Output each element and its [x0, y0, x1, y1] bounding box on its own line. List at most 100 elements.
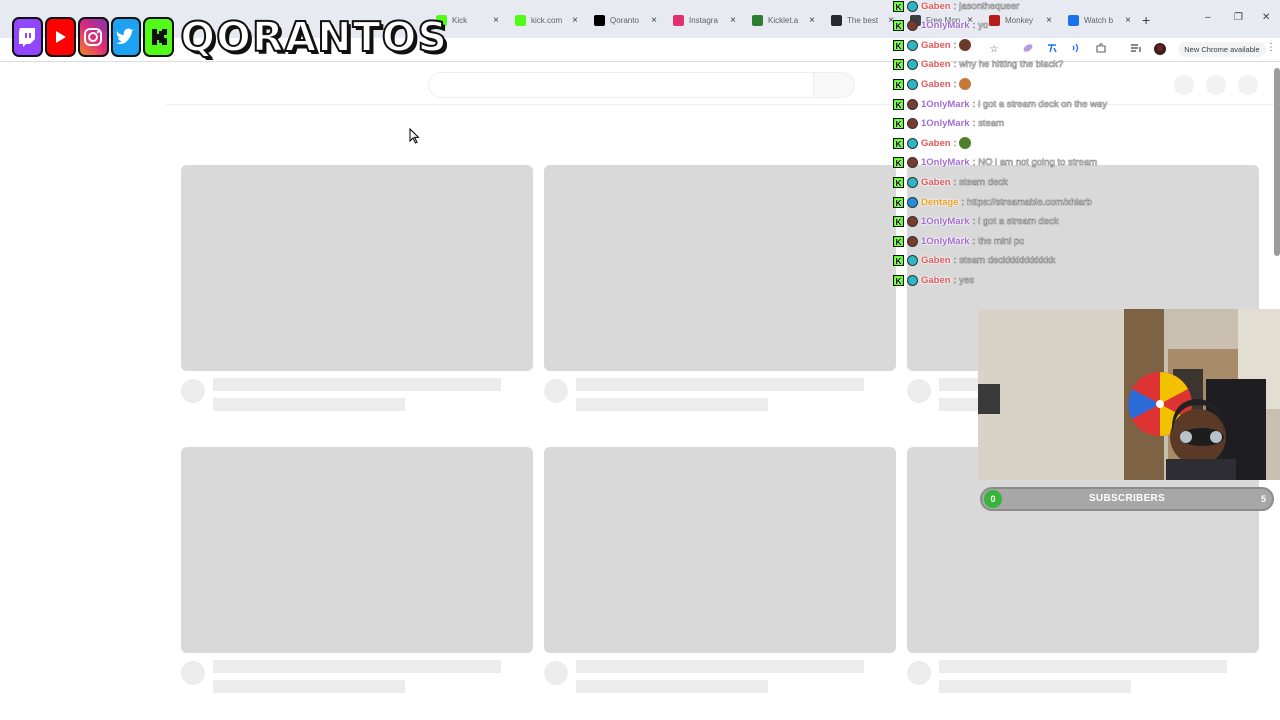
- chat-separator: :: [953, 0, 957, 12]
- chat-text: steam: [978, 118, 1005, 130]
- chat-username: 1OnlyMark: [921, 20, 970, 32]
- chat-text: steam deck: [959, 176, 1008, 188]
- video-card-skeleton[interactable]: [544, 447, 896, 693]
- browser-tab[interactable]: The best ×: [825, 8, 900, 32]
- user-badge-icon: [907, 235, 918, 247]
- video-card-skeleton[interactable]: [181, 165, 533, 411]
- chat-separator: :: [961, 196, 965, 208]
- kick-badge-icon: K: [893, 255, 904, 267]
- user-badge-icon: [907, 0, 918, 12]
- tab-close-icon[interactable]: ×: [1125, 15, 1131, 26]
- channel-avatar-skeleton: [544, 379, 568, 403]
- thumbnail-skeleton[interactable]: [544, 447, 896, 653]
- search-button-skeleton[interactable]: [813, 72, 855, 98]
- chat-separator: :: [953, 274, 957, 286]
- browser-tab[interactable]: Qoranto ×: [588, 8, 663, 32]
- profile-avatar[interactable]: [1152, 42, 1168, 58]
- tab-title: Qoranto: [610, 15, 639, 25]
- subscriber-count: 0: [984, 490, 1002, 508]
- twitter-icon: [110, 17, 142, 57]
- chat-username: 1OnlyMark: [921, 118, 970, 130]
- chat-message: K 1OnlyMark : the mini pc: [893, 231, 1024, 251]
- chat-message: K Gaben :: [893, 133, 972, 153]
- chat-text: i got a stream deck: [978, 216, 1059, 228]
- tab-title: Kick: [452, 15, 468, 25]
- title-skeleton: [213, 378, 501, 391]
- media-control-icon[interactable]: [1128, 42, 1144, 58]
- chat-separator: :: [972, 98, 976, 110]
- user-badge-icon: [907, 216, 918, 228]
- meta-skeleton: [576, 680, 768, 693]
- new-tab-button[interactable]: +: [1142, 12, 1150, 28]
- chat-separator: :: [953, 39, 957, 51]
- chat-username: Gaben: [921, 255, 951, 267]
- chat-username: 1OnlyMark: [921, 98, 970, 110]
- chat-text: jasonthequeer: [959, 0, 1020, 12]
- user-badge-icon: [907, 176, 918, 188]
- extensions-puzzle-icon[interactable]: [1093, 42, 1109, 58]
- video-card-skeleton[interactable]: [544, 165, 896, 411]
- header-avatar-skeleton[interactable]: [1238, 75, 1258, 95]
- tab-close-icon[interactable]: ×: [1046, 15, 1052, 26]
- thumbnail-skeleton[interactable]: [181, 165, 533, 371]
- tab-close-icon[interactable]: ×: [730, 15, 736, 26]
- title-skeleton: [576, 378, 864, 391]
- maximize-button[interactable]: ❐: [1234, 12, 1243, 23]
- kick-badge-icon: K: [893, 274, 904, 286]
- browser-tab[interactable]: kick.com ×: [509, 8, 584, 32]
- chat-separator: :: [953, 78, 957, 90]
- chat-username: Gaben: [921, 176, 951, 188]
- meta-skeleton: [213, 398, 405, 411]
- webcam-feed: [978, 309, 1280, 480]
- chrome-menu-button[interactable]: ⋮: [1266, 42, 1276, 53]
- tab-close-icon[interactable]: ×: [493, 15, 499, 26]
- header-icon-skeleton[interactable]: [1174, 75, 1194, 95]
- browser-tab[interactable]: Kicklet.a ×: [746, 8, 821, 32]
- subscriber-goal-target: 5: [1260, 494, 1266, 504]
- thumbnail-skeleton[interactable]: [181, 447, 533, 653]
- search-input-skeleton[interactable]: [428, 72, 814, 98]
- user-badge-icon: [907, 39, 918, 51]
- tab-title: Monkey: [1005, 15, 1034, 25]
- browser-tab[interactable]: Watch b ×: [1062, 8, 1137, 32]
- meta-skeleton: [576, 398, 768, 411]
- brand-name: QORANTOS: [179, 12, 448, 62]
- chat-message: K Gaben : yes: [893, 270, 974, 290]
- chat-text: yo: [978, 20, 989, 32]
- youtube-icon: [44, 17, 76, 57]
- chat-username: 1OnlyMark: [921, 157, 970, 169]
- tab-close-icon[interactable]: ×: [651, 15, 657, 26]
- chat-message: K 1OnlyMark : steam: [893, 114, 1004, 134]
- page-scrollbar[interactable]: [1274, 68, 1280, 256]
- extension-audio-icon[interactable]: [1068, 42, 1084, 58]
- kick-badge-icon: K: [893, 176, 904, 188]
- tab-favicon-icon: [673, 14, 684, 26]
- close-window-button[interactable]: ✕: [1262, 12, 1270, 23]
- twitch-icon: [12, 17, 43, 57]
- subscriber-goal-label: SUBSCRIBERS: [1088, 493, 1166, 504]
- chat-message: K Gaben : steam deck: [893, 172, 1008, 192]
- chat-message: K Gaben :: [893, 35, 972, 55]
- minimize-button[interactable]: –: [1205, 12, 1211, 23]
- kick-badge-icon: K: [893, 196, 904, 208]
- user-badge-icon: [907, 98, 918, 110]
- video-card-skeleton[interactable]: [181, 447, 533, 693]
- kick-badge-icon: K: [893, 20, 904, 32]
- chat-message: K 1OnlyMark : i got a stream deck on the …: [893, 94, 1107, 114]
- user-badge-icon: [907, 196, 918, 208]
- tab-title: Instagra: [689, 15, 718, 25]
- chat-message: K 1OnlyMark : i got a stream deck: [893, 212, 1059, 232]
- header-icon-skeleton[interactable]: [1206, 75, 1226, 95]
- tab-close-icon[interactable]: ×: [572, 15, 578, 26]
- user-badge-icon: [907, 59, 918, 71]
- tab-close-icon[interactable]: ×: [809, 15, 815, 26]
- channel-avatar-skeleton: [181, 379, 205, 403]
- browser-tab[interactable]: Instagra ×: [667, 8, 742, 32]
- chrome-update-button[interactable]: New Chrome available: [1178, 42, 1266, 57]
- tab-favicon-icon: [831, 14, 842, 26]
- chat-message: K Dentage : https://streamable.com/xhiarb: [893, 192, 1092, 212]
- title-skeleton: [576, 660, 864, 673]
- subscriber-goal-bar: SUBSCRIBERS 0 5: [980, 487, 1274, 511]
- user-badge-icon: [907, 255, 918, 267]
- thumbnail-skeleton[interactable]: [544, 165, 896, 371]
